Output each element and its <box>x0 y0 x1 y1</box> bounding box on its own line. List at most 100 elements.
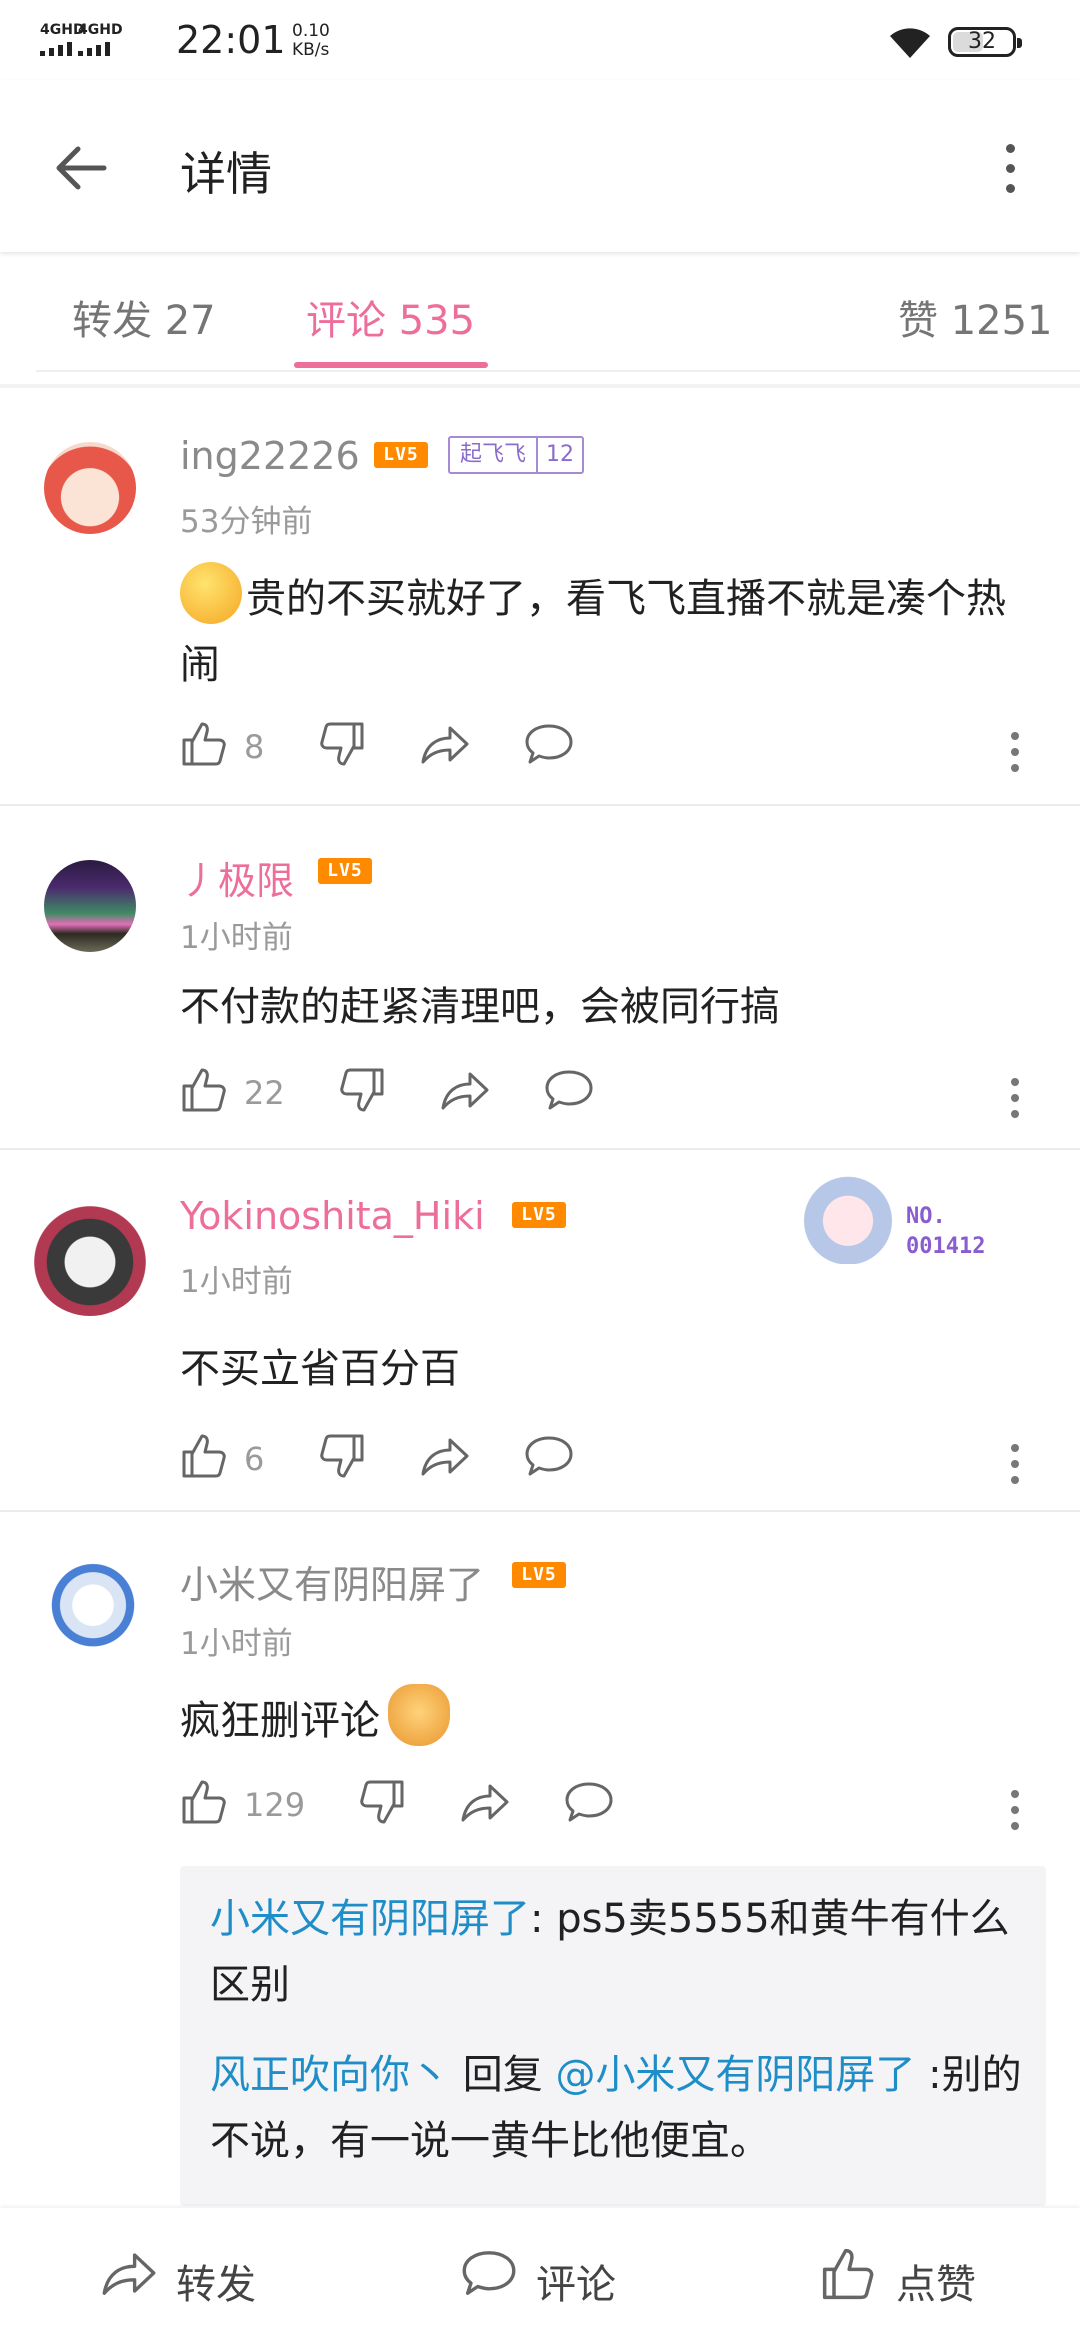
thumbs-up-icon <box>182 1434 226 1478</box>
comment-text: 贵的不买就好了，看飞飞直播不就是凑个热闹 <box>180 562 1040 698</box>
comment-text: 疯狂删评论 <box>180 1684 1040 1754</box>
thumbs-up-icon <box>182 1068 226 1112</box>
reply-author-link[interactable]: 小米又有阴阳屏了 <box>210 1896 530 1942</box>
character-sticker-icon <box>798 1168 898 1264</box>
dislike-button[interactable] <box>338 1066 386 1126</box>
avatar[interactable] <box>30 1196 150 1316</box>
comment-button[interactable]: 评论 <box>460 2246 616 2308</box>
smirk-emoji-icon <box>180 562 242 624</box>
like-count: 129 <box>244 1786 306 1824</box>
thumbs-down-icon <box>360 1780 404 1824</box>
avatar[interactable] <box>50 1562 136 1658</box>
back-arrow-icon[interactable] <box>48 136 112 200</box>
comment-username[interactable]: 小米又有阴阳屏了 <box>180 1554 484 1609</box>
battery-icon: 32 <box>948 27 1022 57</box>
signal-icon-2: 4GHD <box>78 22 123 56</box>
thumbs-up-icon <box>822 2248 874 2300</box>
status-bar: 4GHD 4GHD 22:01 0.10 KB/s 32 <box>0 0 1080 80</box>
share-arrow-icon <box>441 1072 489 1110</box>
comment-username[interactable]: 丿极限 <box>180 850 294 905</box>
comment-body: 贵的不买就好了，看飞飞直播不就是凑个热闹 <box>180 576 1006 688</box>
comment-time: 1小时前 <box>180 1626 293 1662</box>
level-badge: LV5 <box>318 858 372 884</box>
like-button[interactable]: 22 <box>180 1066 285 1126</box>
comment-username[interactable]: Yokinoshita_Hiki <box>180 1194 485 1238</box>
speed-value: 0.10 <box>292 21 330 41</box>
reply-author-link[interactable]: 风正吹向你丶 <box>210 2052 450 2098</box>
fan-number-value: 001412 <box>906 1234 986 1259</box>
comment-divider <box>0 804 1080 806</box>
comment-time: 1小时前 <box>180 1264 293 1300</box>
comment-divider <box>0 1148 1080 1150</box>
share-arrow-icon <box>102 2253 156 2295</box>
tab-comment[interactable]: 评论 535 <box>306 288 475 346</box>
speed-unit: KB/s <box>292 40 330 60</box>
comment-label: 评论 <box>536 2262 616 2308</box>
active-tab-indicator <box>294 362 488 368</box>
dislike-button[interactable] <box>358 1778 406 1838</box>
share-button[interactable] <box>420 720 470 780</box>
comment-bubble-icon <box>462 2251 516 2295</box>
network-speed: 0.10 KB/s <box>292 22 330 60</box>
comment-actions: 8 <box>180 720 1040 780</box>
comment-more-icon[interactable] <box>1008 1442 1020 1486</box>
reply-mention-link[interactable]: @小米又有阴阳屏了 <box>555 2052 915 2098</box>
comment-divider <box>0 1510 1080 1512</box>
level-badge: LV5 <box>512 1202 566 1228</box>
comment-more-icon[interactable] <box>1008 730 1020 774</box>
like-post-button[interactable]: 点赞 <box>820 2246 976 2308</box>
comment-actions: 129 <box>180 1778 1040 1838</box>
repost-button[interactable]: 转发 <box>100 2246 256 2308</box>
tab-like[interactable]: 赞 1251 <box>898 288 1053 346</box>
comment-actions: 6 <box>180 1432 1040 1492</box>
share-button[interactable] <box>440 1066 490 1126</box>
level-badge: LV5 <box>374 442 428 468</box>
comment-more-icon[interactable] <box>1008 1076 1020 1120</box>
battery-level: 32 <box>968 29 996 54</box>
comment-text: 不付款的赶紧清理吧，会被同行搞 <box>180 984 780 1030</box>
doge-emoji-icon <box>388 1684 450 1746</box>
fan-number-prefix: NO. <box>906 1204 946 1229</box>
reply-button[interactable] <box>564 1778 614 1838</box>
share-arrow-icon <box>421 726 469 764</box>
wifi-icon <box>890 28 930 58</box>
avatar[interactable] <box>44 442 136 534</box>
like-button[interactable]: 8 <box>180 720 264 780</box>
thumbs-down-icon <box>320 1434 364 1478</box>
avatar[interactable] <box>44 860 136 952</box>
reply-separator: : <box>530 1896 557 1942</box>
comment-bubble-icon <box>565 1782 613 1822</box>
comment-username[interactable]: ing22226 <box>180 434 360 478</box>
like-count: 6 <box>244 1440 265 1478</box>
tabs-divider <box>36 370 1080 372</box>
reply-button[interactable] <box>524 720 574 780</box>
comment-bubble-icon <box>525 1436 573 1476</box>
comment-more-icon[interactable] <box>1008 1788 1020 1832</box>
more-options-icon[interactable] <box>990 138 1030 198</box>
like-count: 8 <box>244 728 265 766</box>
page-title: 详情 <box>180 147 272 201</box>
comment-time: 1小时前 <box>180 920 293 956</box>
thumbs-down-icon <box>320 722 364 766</box>
level-badge: LV5 <box>512 1562 566 1588</box>
reply-item: 风正吹向你丶 回复 @小米又有阴阳屏了 :别的不说，有一说一黄牛比他便宜。 <box>210 2042 1030 2174</box>
fan-number-badge: NO. 001412 <box>796 1162 996 1270</box>
reply-button[interactable] <box>544 1066 594 1126</box>
comment-actions: 22 <box>180 1066 1040 1126</box>
fan-medal-name: 起飞飞 <box>460 442 527 467</box>
reply-preview-box[interactable]: 小米又有阴阳屏了: ps5卖5555和黄牛有什么区别 风正吹向你丶 回复 @小米… <box>180 1866 1046 2206</box>
share-arrow-icon <box>421 1438 469 1476</box>
like-button[interactable]: 129 <box>180 1778 305 1838</box>
tab-repost[interactable]: 转发 27 <box>72 288 216 346</box>
reply-separator: : <box>915 2052 942 2098</box>
section-gap <box>0 384 1080 388</box>
share-button[interactable] <box>420 1432 470 1492</box>
share-button[interactable] <box>460 1778 510 1838</box>
fan-medal[interactable]: 起飞飞 12 <box>448 436 585 474</box>
thumbs-up-icon <box>182 722 226 766</box>
reply-button[interactable] <box>524 1432 574 1492</box>
comment-bubble-icon <box>525 724 573 764</box>
dislike-button[interactable] <box>318 720 366 780</box>
like-button[interactable]: 6 <box>180 1432 264 1492</box>
dislike-button[interactable] <box>318 1432 366 1492</box>
